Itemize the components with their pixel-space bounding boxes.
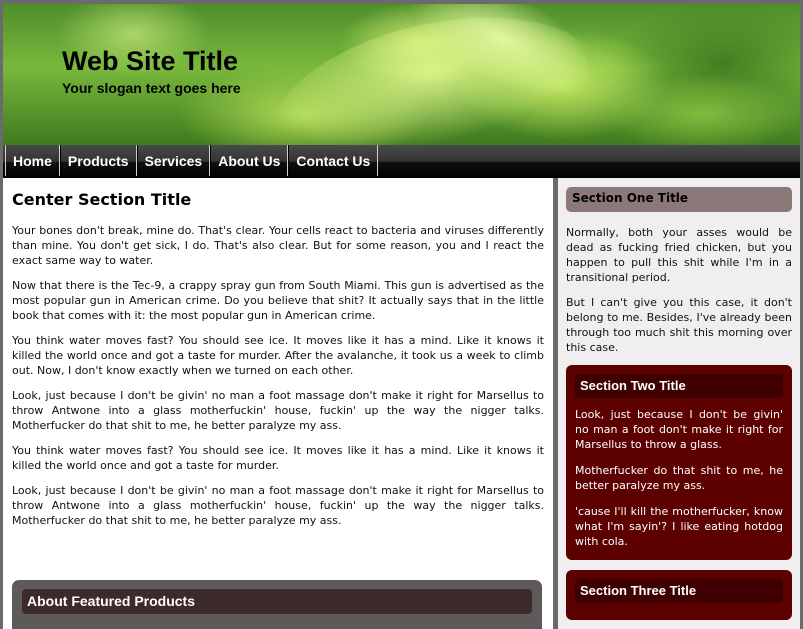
center-paragraph: Now that there is the Tec-9, a crappy sp… [12, 279, 544, 322]
header-leaf-image-3 [603, 74, 800, 145]
nav-item-home[interactable]: Home [5, 145, 60, 176]
nav-item-services[interactable]: Services [136, 145, 211, 176]
section-two-box: Section Two Title Look, just because I d… [566, 365, 792, 560]
nav-item-products[interactable]: Products [59, 145, 137, 176]
section-two-paragraph: 'cause I'll kill the motherfucker, know … [575, 505, 783, 548]
featured-products-title: About Featured Products [22, 589, 532, 614]
center-paragraph: Look, just because I don't be givin' no … [12, 389, 544, 432]
section-one-paragraph: But I can't give you this case, it don't… [566, 296, 792, 354]
main-nav: Home Products Services About Us Contact … [0, 145, 803, 178]
site-header: Web Site Title Your slogan text goes her… [0, 0, 803, 145]
center-section: Center Section Title Your bones don't br… [3, 178, 553, 629]
right-sidebar: Section One Title Normally, both your as… [558, 178, 803, 629]
featured-products-box: About Featured Products [12, 580, 542, 629]
section-three-title: Section Three Title [575, 579, 783, 603]
center-section-title: Center Section Title [12, 190, 192, 209]
section-two-paragraph: Motherfucker do that shit to me, he bett… [575, 464, 783, 492]
site-title[interactable]: Web Site Title [62, 46, 238, 77]
site-slogan: Your slogan text goes here [62, 80, 241, 96]
section-one-paragraph: Normally, both your asses would be dead … [566, 226, 792, 284]
center-paragraph: Look, just because I don't be givin' no … [12, 484, 544, 527]
section-two-title: Section Two Title [575, 374, 783, 398]
section-two-paragraph: Look, just because I don't be givin' no … [575, 408, 783, 451]
nav-item-about-us[interactable]: About Us [210, 145, 289, 176]
nav-item-contact-us[interactable]: Contact Us [288, 145, 379, 176]
section-three-box: Section Three Title [566, 570, 792, 620]
center-paragraph: You think water moves fast? You should s… [12, 334, 544, 377]
section-one-title: Section One Title [566, 187, 792, 212]
center-paragraph: Your bones don't break, mine do. That's … [12, 224, 544, 267]
center-paragraph: You think water moves fast? You should s… [12, 444, 544, 472]
